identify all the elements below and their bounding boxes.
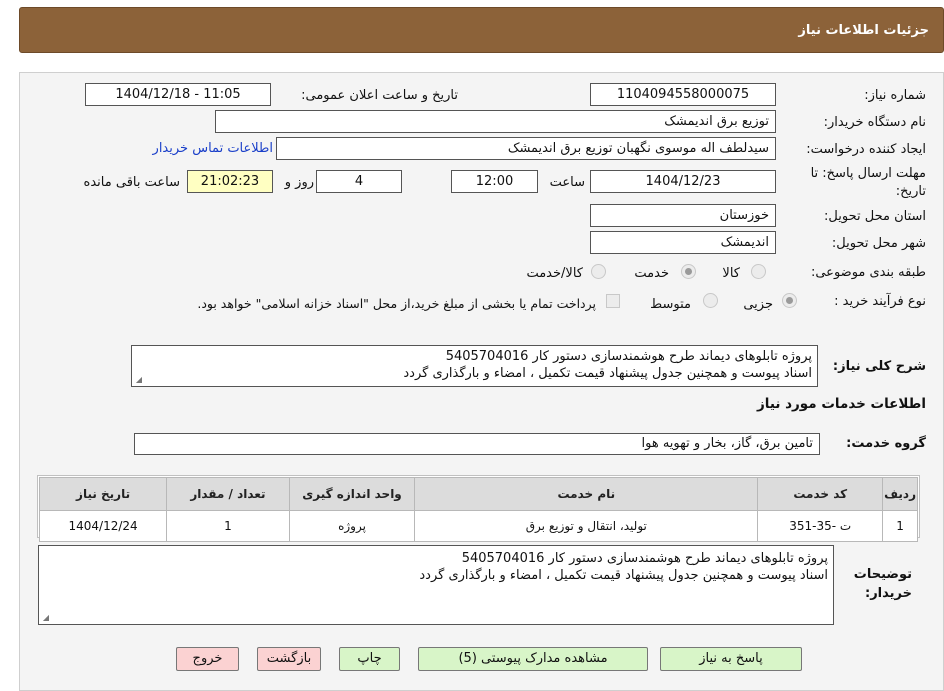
service-group-label: گروه خدمت:	[846, 436, 926, 451]
service-group-field: تامین برق، گاز، بخار و تهویه هوا	[134, 433, 820, 455]
cell-service-name: تولید، انتقال و توزیع برق	[414, 510, 759, 542]
col-header-service-name: نام خدمت	[414, 477, 759, 511]
process-radio-minor[interactable]	[782, 293, 797, 308]
table-row: 1 ت -35-351 تولید، انتقال و توزیع برق پر…	[38, 510, 918, 542]
category-option-goods: کالا	[722, 266, 740, 281]
print-button[interactable]: چاپ	[339, 647, 400, 671]
category-radio-goods-service[interactable]	[591, 264, 606, 279]
treasury-payment-checkbox[interactable]	[606, 294, 620, 308]
need-number-field: 1104094558000075	[590, 83, 776, 106]
announce-datetime-label: تاریخ و ساعت اعلان عمومی:	[301, 88, 458, 103]
treasury-payment-note: پرداخت تمام یا بخشی از مبلغ خرید،از محل …	[197, 296, 596, 311]
col-header-unit: واحد اندازه گیری	[288, 477, 416, 511]
requester-field: سیدلطف اله موسوی نگهبان توزیع برق اندیمش…	[276, 137, 776, 160]
title-bar: جزئیات اطلاعات نیاز	[19, 7, 944, 53]
remaining-days-label: روز و	[284, 175, 314, 190]
description-line1: پروژه تابلوهای دیماند طرح هوشمندسازی دست…	[445, 349, 812, 364]
buyer-org-label: نام دستگاه خریدار:	[823, 115, 926, 130]
remaining-days-field: 4	[316, 170, 402, 193]
col-header-row-number: ردیف	[882, 477, 918, 511]
buyer-notes-label-line2: خریدار:	[865, 586, 912, 601]
buyer-notes-label-line1: توضیحات	[853, 567, 912, 582]
cell-need-date: 1404/12/24	[38, 510, 168, 542]
buyer-contact-link[interactable]: اطلاعات تماس خریدار	[153, 141, 273, 156]
need-number-label: شماره نیاز:	[864, 88, 926, 103]
exit-button[interactable]: خروج	[176, 647, 239, 671]
process-radio-medium[interactable]	[703, 293, 718, 308]
city-field: اندیمشک	[590, 231, 776, 254]
col-header-service-code: کد خدمت	[757, 477, 884, 511]
category-option-goods-service: کالا/خدمت	[526, 266, 583, 281]
table-header-row: ردیف کد خدمت نام خدمت واحد اندازه گیری ت…	[38, 477, 918, 511]
description-textarea[interactable]: پروژه تابلوهای دیماند طرح هوشمندسازی دست…	[131, 345, 818, 387]
cell-quantity: 1	[166, 510, 290, 542]
col-header-need-date: تاریخ نیاز	[38, 477, 168, 511]
deadline-label-line1: مهلت ارسال پاسخ: تا	[810, 166, 926, 181]
city-label: شهر محل تحویل:	[831, 236, 926, 251]
buyer-notes-textarea[interactable]: پروژه تابلوهای دیماند طرح هوشمندسازی دست…	[38, 545, 834, 625]
back-button[interactable]: بازگشت	[257, 647, 321, 671]
remaining-time-field: 21:02:23	[187, 170, 273, 193]
process-option-minor: جزیی	[743, 297, 773, 312]
reply-button[interactable]: پاسخ به نیاز	[660, 647, 802, 671]
category-label: طبقه بندی موضوعی:	[810, 265, 926, 280]
resize-grip-icon[interactable]: ◢	[41, 614, 49, 622]
category-radio-service[interactable]	[681, 264, 696, 279]
description-label: شرح کلی نیاز:	[832, 359, 926, 374]
cell-service-code: ت -35-351	[757, 510, 884, 542]
cell-unit: پروژه	[288, 510, 416, 542]
remaining-time-label: ساعت باقی مانده	[83, 175, 180, 190]
deadline-date-field: 1404/12/23	[590, 170, 776, 193]
province-label: استان محل تحویل:	[824, 209, 926, 224]
cell-row-number: 1	[882, 510, 918, 542]
category-option-service: خدمت	[634, 266, 669, 281]
resize-grip-icon[interactable]: ◢	[134, 376, 142, 384]
requester-label: ایجاد کننده درخواست:	[806, 142, 926, 157]
services-table: ردیف کد خدمت نام خدمت واحد اندازه گیری ت…	[38, 477, 918, 542]
deadline-time-label: ساعت	[549, 175, 585, 190]
buyer-notes-line2: اسناد پیوست و همچنین جدول پیشنهاد قیمت ت…	[419, 568, 828, 583]
services-section-title: اطلاعات خدمات مورد نیاز	[756, 396, 926, 412]
category-radio-goods[interactable]	[751, 264, 766, 279]
buyer-org-field: توزیع برق اندیمشک	[215, 110, 776, 133]
province-field: خوزستان	[590, 204, 776, 227]
description-line2: اسناد پیوست و همچنین جدول پیشنهاد قیمت ت…	[403, 366, 812, 381]
col-header-quantity: تعداد / مقدار	[166, 477, 290, 511]
process-type-label: نوع فرآیند خرید :	[834, 294, 926, 309]
process-option-medium: متوسط	[650, 297, 691, 312]
deadline-label-line2: تاریخ:	[895, 184, 926, 199]
view-attachments-button[interactable]: مشاهده مدارک پیوستی (5)	[418, 647, 648, 671]
page-title: جزئیات اطلاعات نیاز	[798, 23, 929, 38]
announce-datetime-field: 1404/12/18 - 11:05	[85, 83, 271, 106]
buyer-notes-line1: پروژه تابلوهای دیماند طرح هوشمندسازی دست…	[461, 551, 828, 566]
deadline-time-field: 12:00	[451, 170, 538, 193]
